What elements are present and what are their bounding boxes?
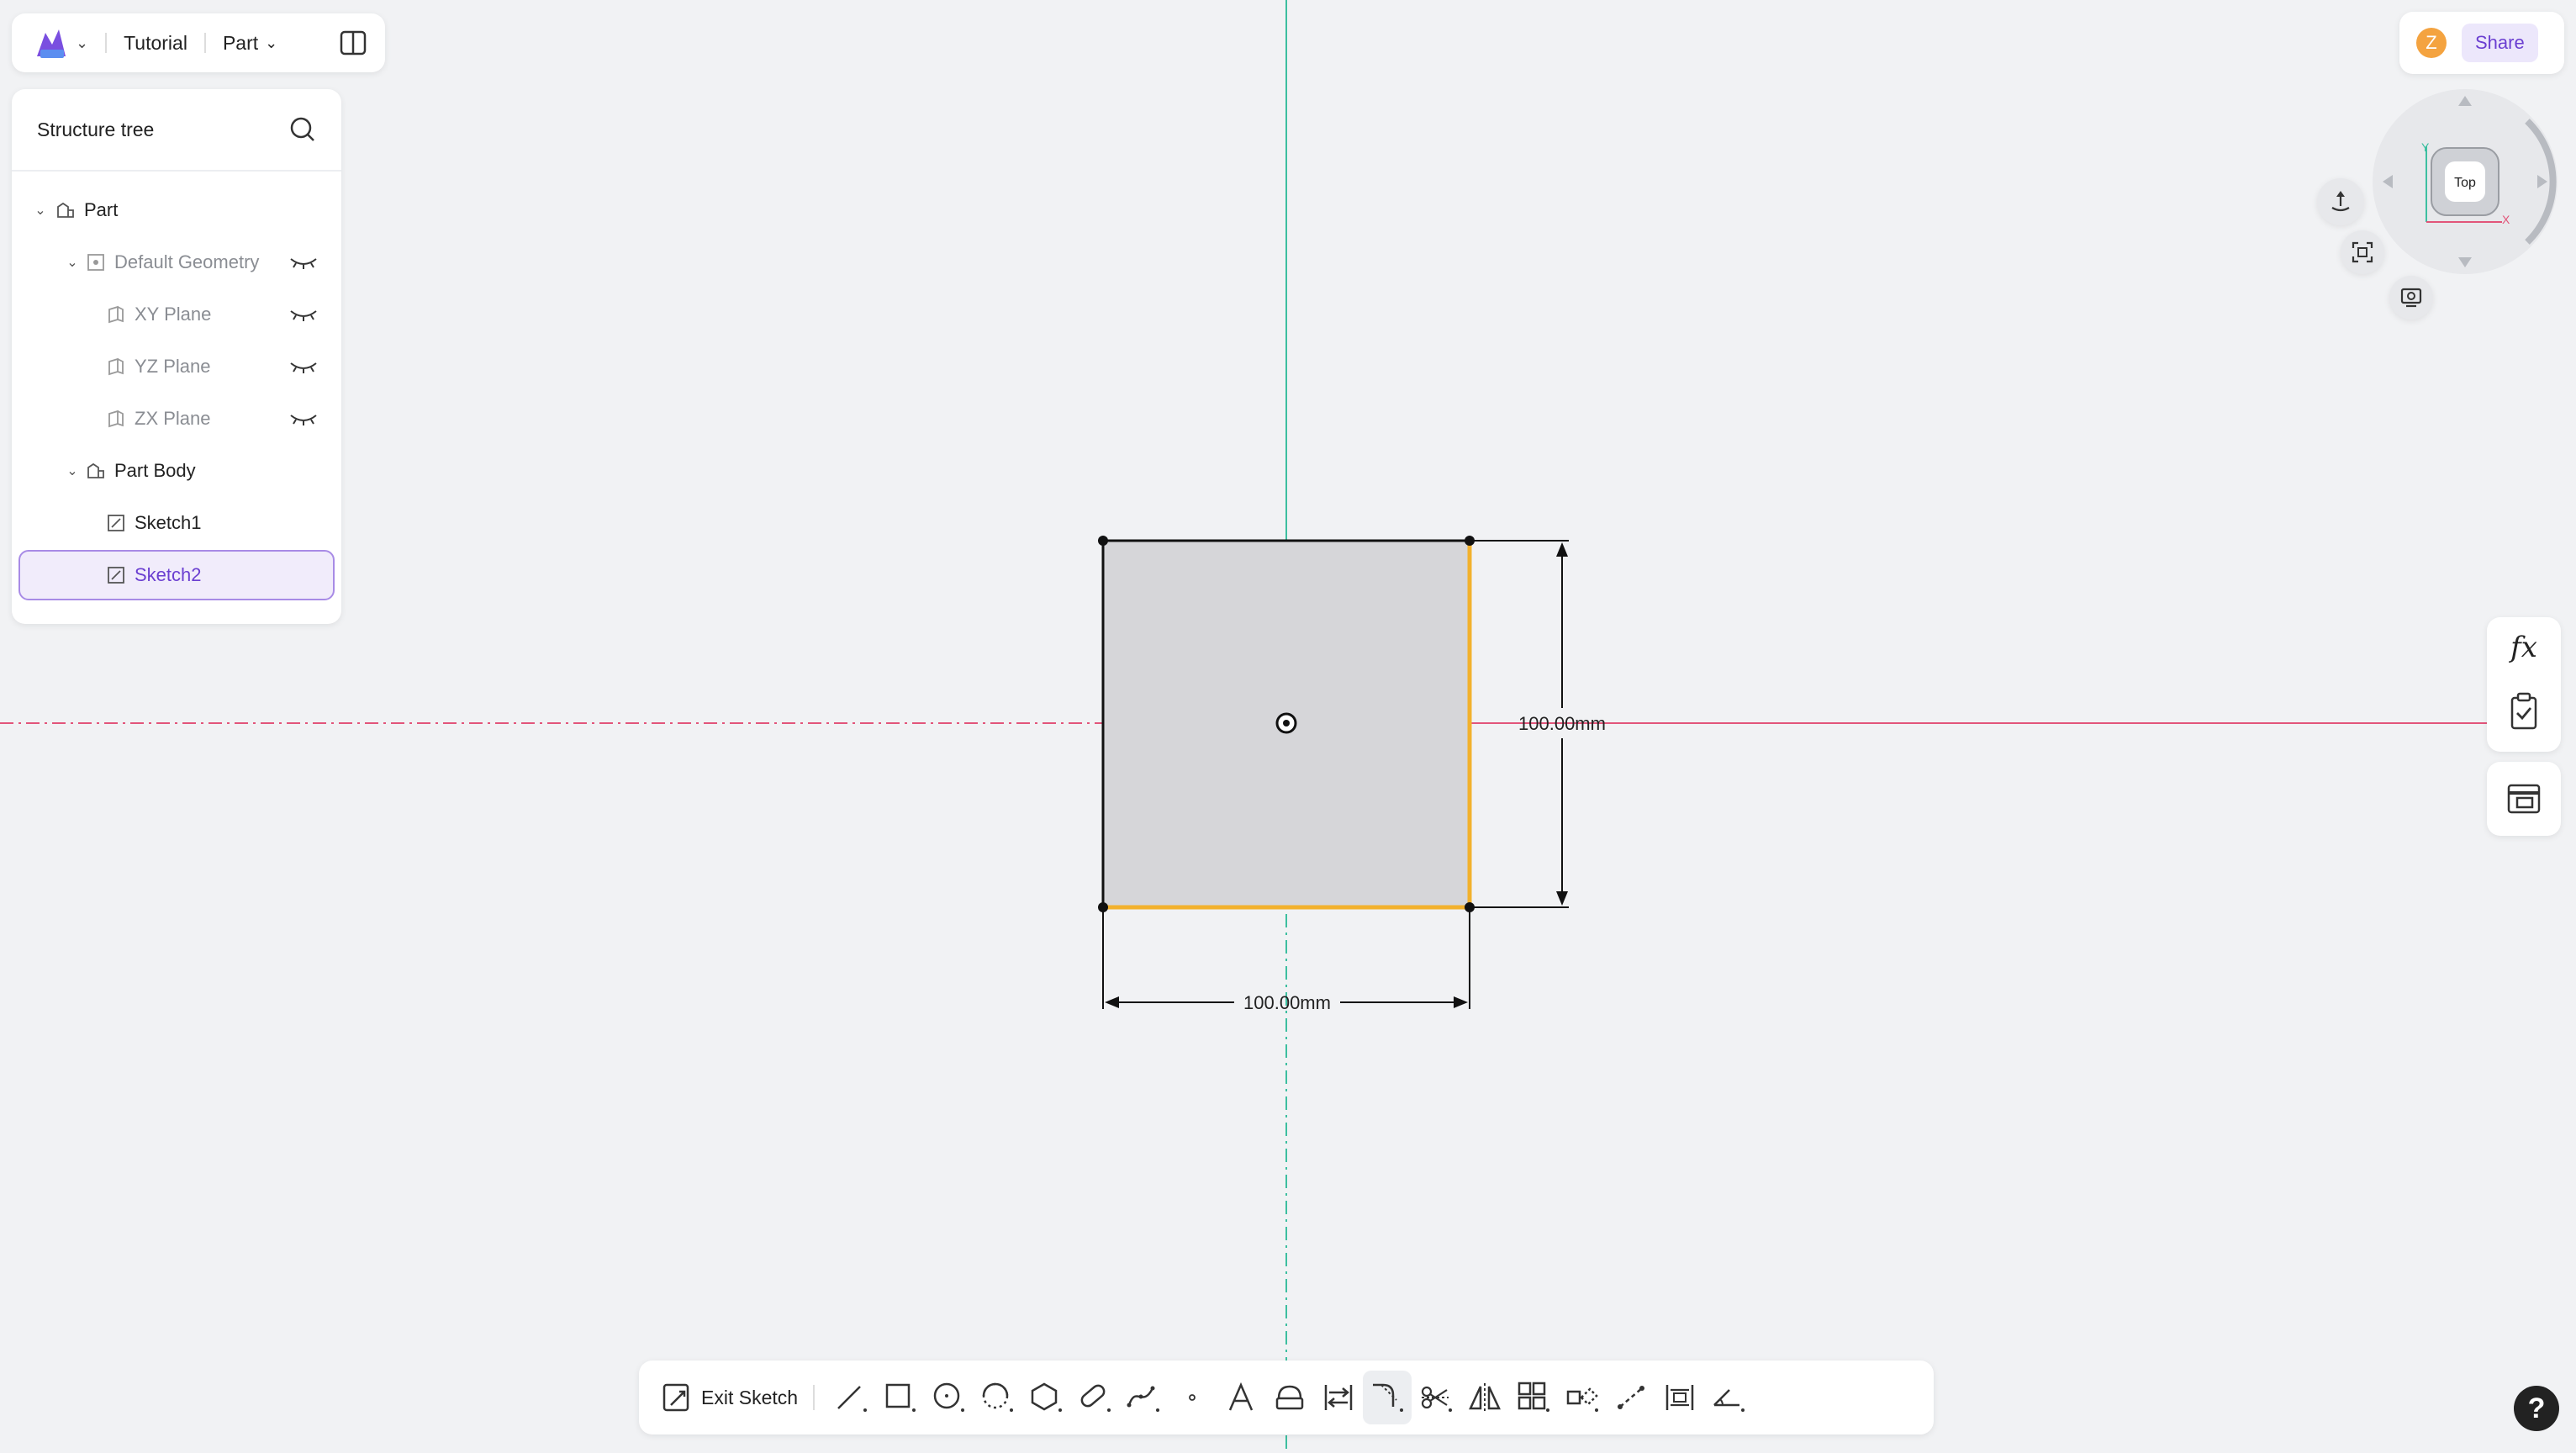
tree-item-sketch2[interactable]: Sketch2	[18, 550, 335, 600]
text-tool-icon[interactable]	[1217, 1371, 1265, 1424]
height-dimension-label: 100.00mm	[1518, 713, 1606, 734]
exit-sketch-label: Exit Sketch	[701, 1386, 799, 1408]
chevron-down-icon[interactable]: ⌄	[76, 34, 88, 52]
top-bar: ⌄ Tutorial Part ⌄	[12, 13, 385, 72]
plane-icon	[108, 305, 124, 324]
checklist-icon[interactable]	[2507, 691, 2541, 732]
construction-tool-icon[interactable]	[1607, 1371, 1655, 1424]
mirror-tool-icon[interactable]	[1460, 1371, 1509, 1424]
body-icon	[87, 462, 104, 478]
tree-item-xy-plane[interactable]: XY Plane	[18, 289, 335, 340]
plane-icon	[108, 409, 124, 428]
tree-item-yz-plane[interactable]: YZ Plane	[18, 341, 335, 392]
right-tools-panel: fx	[2487, 617, 2561, 752]
zoom-fit-icon[interactable]	[2341, 230, 2384, 274]
tree-item-part-body[interactable]: ⌄ Part Body	[18, 446, 335, 496]
x-axis-label: X	[2502, 213, 2510, 226]
search-icon[interactable]	[288, 114, 318, 145]
tree-item-label: YZ Plane	[135, 356, 211, 377]
chevron-down-icon: ⌄	[265, 34, 278, 51]
project-name[interactable]: Tutorial	[124, 32, 187, 55]
point-tool-icon[interactable]	[1168, 1371, 1217, 1424]
display-mode-icon[interactable]	[2389, 276, 2433, 320]
eye-closed-icon[interactable]	[289, 254, 318, 271]
eye-closed-icon[interactable]	[289, 410, 318, 427]
orient-icon[interactable]	[2317, 178, 2364, 225]
tree-item-label: Part	[84, 199, 119, 220]
structure-tree-panel: Structure tree ⌄ Part ⌄ Default Geometry…	[12, 89, 341, 624]
chevron-down-icon[interactable]: ⌄	[64, 254, 81, 271]
geometry-icon	[87, 254, 104, 271]
table-icon[interactable]	[2505, 780, 2542, 817]
origin-point-center	[1283, 720, 1290, 726]
slot-tool-icon[interactable]	[1070, 1371, 1119, 1424]
line-tool-icon[interactable]	[826, 1371, 875, 1424]
tree-item-default-geometry[interactable]: ⌄ Default Geometry	[18, 237, 335, 288]
chevron-down-icon[interactable]: ⌄	[64, 462, 81, 479]
tree-item-label: ZX Plane	[135, 408, 211, 429]
function-icon[interactable]: fx	[2505, 631, 2542, 674]
offset-tool-icon[interactable]	[1265, 1371, 1314, 1424]
trim-tool-icon[interactable]	[1412, 1371, 1460, 1424]
divider	[813, 1385, 816, 1410]
chevron-down-icon[interactable]: ⌄	[32, 202, 49, 219]
vertex-top-left[interactable]	[1098, 536, 1108, 546]
fillet-tool-icon[interactable]	[1363, 1371, 1412, 1424]
tree-item-label: XY Plane	[135, 304, 212, 325]
structure-tree-header: Structure tree	[12, 89, 341, 172]
right-table-panel	[2487, 762, 2561, 836]
mode-selector[interactable]: Part ⌄	[223, 32, 277, 55]
mode-label: Part	[222, 31, 259, 54]
sketch-canvas[interactable]: 100.00mm 100.00mm	[0, 0, 2576, 1453]
sketch-toolbar: Exit Sketch	[639, 1361, 1934, 1435]
y-axis-label: Y	[2421, 140, 2430, 154]
exit-sketch-icon	[662, 1383, 689, 1412]
sketch-icon	[108, 515, 124, 531]
help-button[interactable]: ?	[2514, 1386, 2559, 1431]
constraint-tool-icon[interactable]	[1704, 1371, 1753, 1424]
tree-item-zx-plane[interactable]: ZX Plane	[18, 394, 335, 444]
tree-item-label: Part Body	[114, 460, 196, 481]
tree-item-label: Sketch1	[135, 512, 202, 533]
divider	[105, 33, 108, 53]
split-view-icon[interactable]	[338, 28, 368, 58]
dimension-tool-icon[interactable]	[1655, 1371, 1704, 1424]
tree-item-label: Sketch2	[135, 564, 202, 585]
exit-sketch-button[interactable]: Exit Sketch	[661, 1382, 798, 1413]
circle-tool-icon[interactable]	[924, 1371, 973, 1424]
plane-icon	[108, 357, 124, 376]
sketch-icon	[108, 567, 124, 584]
divider	[203, 33, 206, 53]
pattern-tool-icon[interactable]	[1509, 1371, 1558, 1424]
eye-closed-icon[interactable]	[289, 358, 318, 375]
spline-tool-icon[interactable]	[1119, 1371, 1168, 1424]
avatar[interactable]: Z	[2416, 28, 2447, 58]
structure-tree-title: Structure tree	[37, 118, 155, 140]
share-button[interactable]: Share	[2462, 24, 2538, 62]
logo-icon[interactable]	[34, 24, 71, 61]
part-icon	[57, 202, 74, 218]
tree-item-label: Default Geometry	[114, 251, 260, 272]
arc-tool-icon[interactable]	[973, 1371, 1021, 1424]
rectangle-tool-icon[interactable]	[875, 1371, 924, 1424]
project-tool-icon[interactable]	[1558, 1371, 1607, 1424]
view-cube-face-label: Top	[2454, 176, 2476, 190]
tree-item-part[interactable]: ⌄ Part	[18, 185, 335, 235]
account-bar: Z Share	[2399, 12, 2564, 74]
polygon-tool-icon[interactable]	[1021, 1371, 1070, 1424]
width-dimension-label: 100.00mm	[1243, 992, 1331, 1013]
transform-tool-icon[interactable]	[1314, 1371, 1363, 1424]
tree-item-sketch1[interactable]: Sketch1	[18, 498, 335, 548]
eye-closed-icon[interactable]	[289, 306, 318, 323]
